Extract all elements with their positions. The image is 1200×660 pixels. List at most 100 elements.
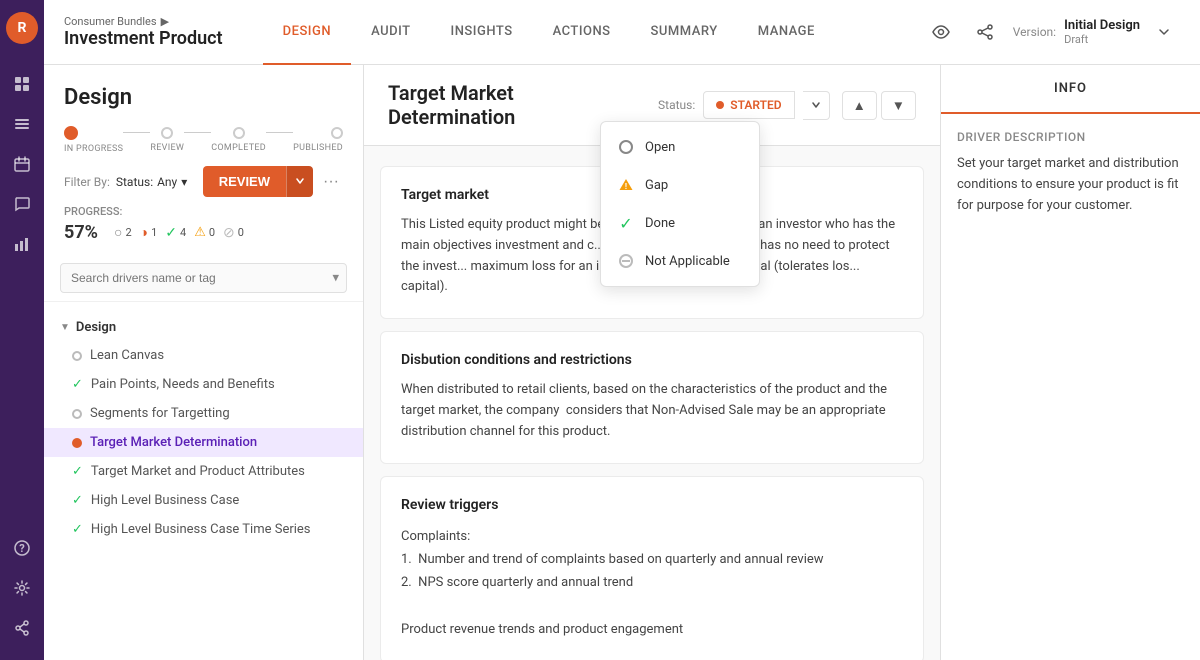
breadcrumb-text[interactable]: Consumer Bundles (64, 15, 157, 28)
tab-design[interactable]: DESIGN (263, 0, 351, 65)
status-value: STARTED (730, 98, 781, 112)
status-checkmark: ✓ (72, 522, 83, 537)
review-btn-group: REVIEW (203, 166, 313, 197)
chat-icon[interactable] (6, 188, 38, 220)
settings-icon[interactable] (6, 572, 38, 604)
nav-item-hlbc-ts[interactable]: ✓ High Level Business Case Time Series (44, 515, 363, 544)
step-label-completed: COMPLETED (211, 143, 266, 153)
breadcrumb-arrow: ▶ (161, 15, 169, 28)
review-button[interactable]: REVIEW (203, 166, 286, 197)
step-dot-completed (233, 127, 245, 139)
search-dropdown-icon[interactable]: ▾ (332, 271, 339, 286)
nav-section-label: Design (76, 320, 116, 335)
version-sub: Draft (1064, 33, 1140, 46)
driver-header: Target Market Determination Status: STAR… (364, 65, 940, 146)
progress-line-1 (123, 132, 150, 133)
dropdown-label-open: Open (645, 140, 675, 155)
nav-item-label: Target Market Determination (90, 435, 257, 450)
top-nav: Consumer Bundles ▶ Investment Product DE… (44, 0, 1200, 65)
dropdown-item-na[interactable]: Not Applicable (601, 242, 759, 280)
section-collapse-icon: ▼ (60, 322, 70, 333)
tab-audit[interactable]: AUDIT (351, 0, 430, 65)
progress-stats: PROGRESS: 57% ○2 ◑1 ✓4 ⚠0 ⊘0 (64, 205, 343, 243)
step-label-published: PUBLISHED (293, 143, 343, 153)
info-tab[interactable]: INFO (941, 65, 1200, 114)
version-value: Initial Design Draft (1064, 18, 1140, 46)
status-dot-active (72, 438, 82, 448)
filter-status[interactable]: Status: Any ▾ (116, 175, 187, 189)
design-section-title: Design (64, 85, 343, 110)
tab-manage[interactable]: MANAGE (738, 0, 835, 65)
status-badge[interactable]: STARTED (703, 91, 794, 119)
search-area: ▾ (44, 255, 363, 302)
section-review-triggers: Review triggers Complaints: 1. Number an… (380, 476, 924, 660)
nav-item-target-market[interactable]: Target Market Determination (44, 428, 363, 457)
filter-status-value: Any (157, 175, 177, 189)
nav-up-button[interactable]: ▲ (842, 91, 877, 120)
share-nav-icon[interactable] (969, 16, 1001, 48)
nav-section-header-design[interactable]: ▼ Design (44, 314, 363, 341)
nav-item-label: Lean Canvas (90, 348, 164, 363)
dropdown-item-done[interactable]: ✓ Done (601, 204, 759, 242)
version-dropdown-icon[interactable] (1148, 16, 1180, 48)
tab-insights[interactable]: INSIGHTS (431, 0, 533, 65)
step-review: REVIEW (150, 127, 184, 153)
dropdown-item-open[interactable]: Open (601, 128, 759, 166)
nav-down-button[interactable]: ▼ (881, 91, 916, 120)
tab-summary[interactable]: SUMMARY (631, 0, 738, 65)
progress-line-2 (184, 132, 211, 133)
status-dropdown-menu: Open ! Gap (600, 121, 760, 287)
step-completed: COMPLETED (211, 127, 266, 153)
nav-item-label: Pain Points, Needs and Benefits (91, 377, 275, 392)
chart-icon[interactable] (6, 228, 38, 260)
nav-item-target-market-attrs[interactable]: ✓ Target Market and Product Attributes (44, 457, 363, 486)
share-icon[interactable] (6, 612, 38, 644)
prog-warn: ⚠0 (194, 225, 215, 240)
breadcrumb: Consumer Bundles ▶ (64, 15, 223, 28)
status-checkmark: ✓ (72, 377, 83, 392)
driver-description-label: Driver Description (957, 130, 1184, 144)
list-icon[interactable] (6, 108, 38, 140)
prog-in-prog: ◑1 (140, 224, 158, 241)
step-in-progress: IN PROGRESS (64, 126, 123, 154)
search-input[interactable] (60, 263, 347, 293)
section-text-disbution: When distributed to retail clients, base… (401, 380, 903, 442)
section-disbution: Disbution conditions and restrictions Wh… (380, 331, 924, 463)
svg-text:?: ? (19, 542, 25, 555)
step-label-in-progress: IN PROGRESS (64, 144, 123, 154)
app-logo[interactable]: R (6, 12, 38, 44)
dropdown-item-gap[interactable]: ! Gap (601, 166, 759, 204)
nav-item-hlbc[interactable]: ✓ High Level Business Case (44, 486, 363, 515)
na-icon (617, 252, 635, 270)
grid-icon[interactable] (6, 68, 38, 100)
left-panel: Design IN PROGRESS REVIEW (44, 65, 364, 660)
filter-area: Filter By: Status: Any ▾ (64, 175, 187, 189)
done-icon: ✓ (617, 214, 635, 232)
eye-icon-btn[interactable] (925, 16, 957, 48)
gap-icon: ! (617, 176, 635, 194)
progress-row: 57% ○2 ◑1 ✓4 ⚠0 ⊘0 (64, 222, 343, 243)
review-more-button[interactable]: ··· (319, 169, 343, 195)
status-dropdown-button[interactable] (803, 91, 830, 120)
nav-tree: ▼ Design Lean Canvas ✓ Pain Points, Need… (44, 302, 363, 660)
driver-description-text: Set your target market and distribution … (957, 154, 1184, 216)
review-button-dropdown[interactable] (286, 166, 313, 197)
calendar-icon[interactable] (6, 148, 38, 180)
status-dot-open (72, 409, 82, 419)
status-label: Status: (658, 98, 695, 112)
dropdown-label-na: Not Applicable (645, 254, 730, 269)
progress-stats-label: PROGRESS: (64, 205, 343, 218)
version-label: Version: (1013, 25, 1056, 39)
help-icon[interactable]: ? (6, 532, 38, 564)
step-label-review: REVIEW (150, 143, 184, 153)
nav-item-lean-canvas[interactable]: Lean Canvas (44, 341, 363, 370)
nav-item-label: Target Market and Product Attributes (91, 464, 305, 479)
filter-status-label: Status: (116, 175, 153, 189)
tab-actions[interactable]: ACTIONS (533, 0, 631, 65)
status-dot-orange (716, 101, 724, 109)
middle-panel: Target Market Determination Status: STAR… (364, 65, 940, 660)
nav-item-segments[interactable]: Segments for Targetting (44, 399, 363, 428)
nav-item-pain-points[interactable]: ✓ Pain Points, Needs and Benefits (44, 370, 363, 399)
step-dot-review (161, 127, 173, 139)
svg-text:!: ! (625, 182, 627, 191)
